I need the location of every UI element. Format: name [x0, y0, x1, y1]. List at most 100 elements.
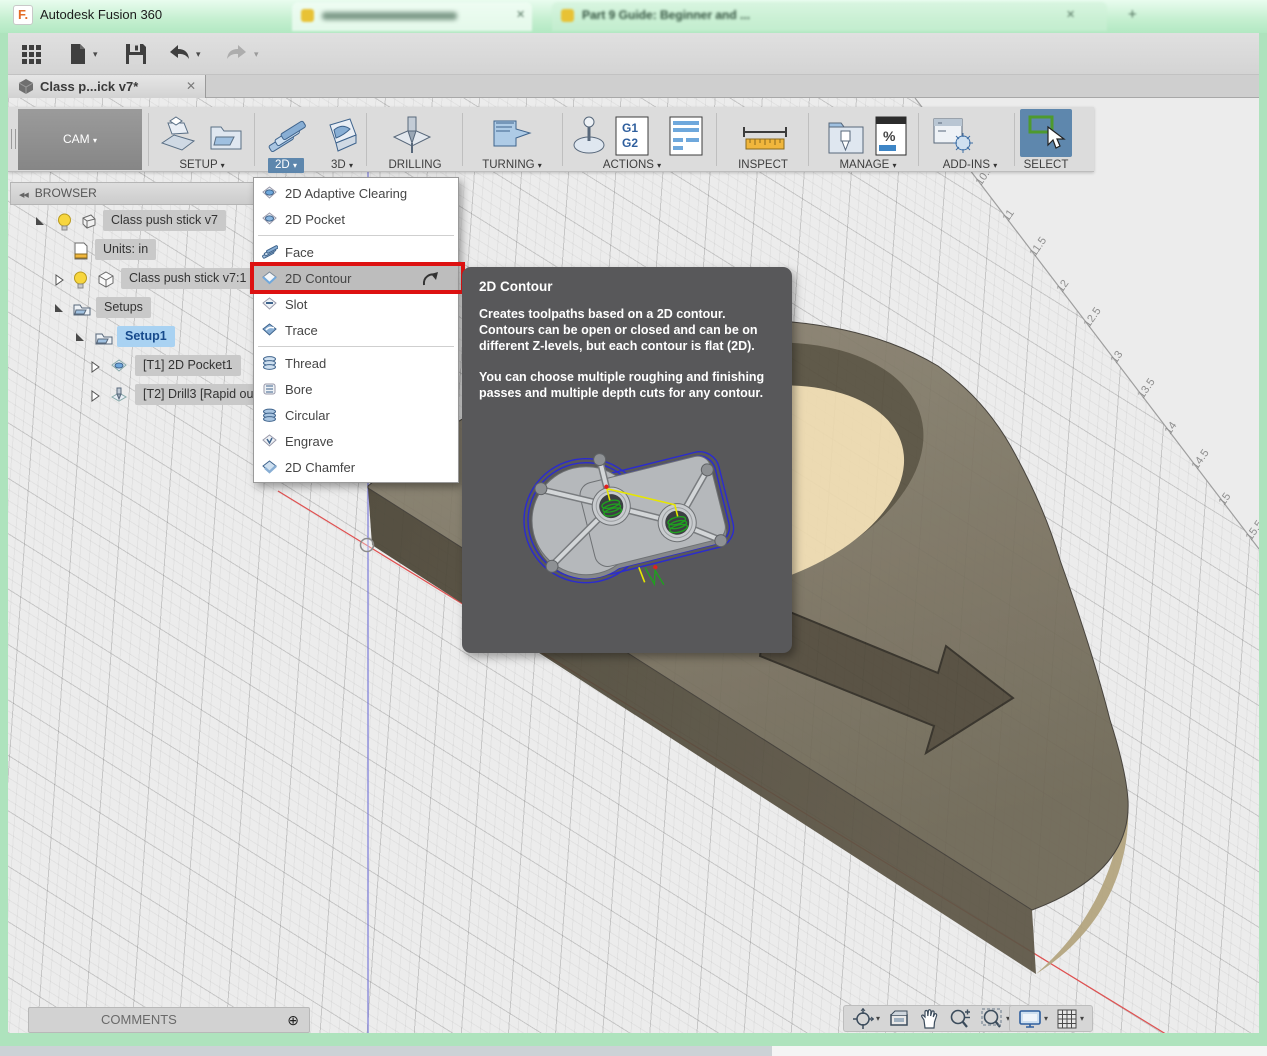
setup-folder-icon[interactable]: [206, 113, 246, 155]
menu-item-2d-pocket[interactable]: 2D Pocket: [254, 206, 458, 232]
menu-item-2d-chamfer[interactable]: 2D Chamfer: [254, 454, 458, 480]
menu-item-circular[interactable]: Circular: [254, 402, 458, 428]
menu-item-slot[interactable]: Slot: [254, 291, 458, 317]
add-comment-icon[interactable]: ⊕: [287, 1008, 299, 1032]
tree-item-label[interactable]: [T2] Drill3 [Rapid ou: [135, 384, 258, 405]
menu-item-thread[interactable]: Thread: [254, 350, 458, 376]
caret-down-icon: ▾: [349, 161, 353, 170]
turning-icon[interactable]: [490, 113, 536, 157]
caret-down-icon: ▾: [876, 1014, 880, 1023]
fit-icon: [980, 1008, 1004, 1030]
collapsed-triangle-icon[interactable]: [88, 389, 102, 403]
engrave-icon: [261, 433, 278, 449]
grid-settings-button[interactable]: ▾: [1052, 1008, 1088, 1030]
visibility-bulb-icon[interactable]: [56, 212, 73, 231]
tree-item-label[interactable]: [T1] 2D Pocket1: [135, 355, 241, 376]
group-label-select[interactable]: SELECT: [1016, 159, 1076, 171]
collapse-panel-icon[interactable]: ◀◀: [19, 192, 28, 199]
menu-item-2d-contour[interactable]: 2D Contour: [254, 265, 458, 291]
group-label-inspect[interactable]: INSPECT: [720, 159, 806, 171]
expanded-triangle-icon[interactable]: [73, 331, 87, 345]
toolbar-grip[interactable]: [11, 129, 16, 149]
group-label-manage[interactable]: MANAGE ▾: [820, 159, 916, 171]
menu-item-face[interactable]: Face: [254, 239, 458, 265]
svg-text:13.5: 13.5: [1136, 376, 1158, 400]
caret-down-icon[interactable]: ▾: [254, 49, 259, 60]
desktop-strip: [0, 1046, 772, 1056]
collapsed-triangle-icon[interactable]: [88, 360, 102, 374]
menu-item-engrave[interactable]: Engrave: [254, 428, 458, 454]
close-icon[interactable]: ✕: [516, 8, 525, 21]
expanded-triangle-icon[interactable]: [52, 302, 66, 316]
setup-origin-marker[interactable]: [361, 539, 374, 552]
document-tab[interactable]: Class p...ick v7* ✕: [8, 75, 206, 98]
file-icon[interactable]: [68, 42, 88, 66]
save-icon[interactable]: [124, 42, 148, 66]
menu-item-2d-adaptive-clearing[interactable]: 2D Adaptive Clearing: [254, 180, 458, 206]
circular-icon: [261, 407, 278, 423]
units-document-icon: [72, 241, 90, 261]
feed-speed-icon[interactable]: %: [874, 113, 908, 157]
group-label-turning[interactable]: TURNING ▾: [466, 159, 558, 171]
post-process-icon[interactable]: G1 G2: [614, 113, 650, 157]
close-icon[interactable]: ✕: [1066, 8, 1075, 21]
menu-item-bore[interactable]: Bore: [254, 376, 458, 402]
pan-hand-icon: [918, 1008, 940, 1030]
look-at-icon: [888, 1008, 910, 1030]
svg-text:14.5: 14.5: [1190, 447, 1212, 471]
drilling-icon[interactable]: [390, 113, 434, 157]
tree-item-label[interactable]: Units: in: [95, 239, 156, 260]
workspace-switcher[interactable]: CAM ▾: [18, 109, 142, 170]
svg-text:12: 12: [1055, 278, 1072, 295]
viewport[interactable]: 10.5 11 11.5 12 12.5 13 13.5 14 14.5 15 …: [8, 98, 1259, 1033]
quick-access-toolbar: ▾ ▾ ▾: [8, 33, 1259, 75]
group-label-actions[interactable]: ACTIONS ▾: [582, 159, 682, 171]
caret-down-icon: ▾: [221, 161, 225, 170]
tree-item-label-selected[interactable]: Setup1: [117, 326, 175, 347]
group-label-drilling[interactable]: DRILLING: [370, 159, 460, 171]
caret-down-icon[interactable]: ▾: [196, 49, 201, 60]
look-at-button[interactable]: [884, 1008, 914, 1030]
orbit-button[interactable]: ▾: [848, 1008, 884, 1030]
add-ins-icon[interactable]: [932, 113, 976, 157]
svg-text:15: 15: [1217, 491, 1234, 508]
menu-item-trace[interactable]: Trace: [254, 317, 458, 343]
simulate-icon[interactable]: [570, 113, 608, 157]
caret-down-icon[interactable]: ▾: [93, 49, 98, 60]
caret-down-icon: ▾: [1080, 1014, 1084, 1023]
pocket-icon: [261, 211, 278, 227]
group-label-3d[interactable]: 3D ▾: [314, 159, 370, 171]
3d-milling-icon[interactable]: [322, 113, 362, 157]
tree-item-label[interactable]: Setups: [96, 297, 151, 318]
setup-sheet-icon[interactable]: [668, 113, 704, 157]
display-settings-button[interactable]: ▾: [1014, 1008, 1052, 1030]
zoom-button[interactable]: [944, 1008, 976, 1030]
tool-library-icon[interactable]: [826, 113, 866, 157]
redo-icon[interactable]: [224, 42, 250, 66]
group-label-setup[interactable]: SETUP ▾: [154, 159, 250, 171]
bore-icon: [261, 381, 278, 397]
new-setup-icon[interactable]: [158, 113, 198, 155]
group-label-add-ins[interactable]: ADD-INS ▾: [924, 159, 1016, 171]
app-grid-icon[interactable]: [20, 42, 44, 66]
select-tool-button[interactable]: [1020, 109, 1072, 157]
svg-text:%: %: [883, 128, 896, 144]
new-tab-icon[interactable]: +: [1128, 6, 1137, 23]
expanded-triangle-icon[interactable]: [33, 215, 47, 229]
comments-bar[interactable]: COMMENTS ⊕: [28, 1007, 310, 1033]
close-tab-icon[interactable]: ✕: [186, 79, 196, 93]
collapsed-triangle-icon[interactable]: [52, 273, 66, 287]
document-tab-bar: Class p...ick v7* ✕: [8, 75, 1259, 98]
tooltip-title: 2D Contour: [479, 279, 775, 294]
tree-item-label[interactable]: Class push stick v7: [103, 210, 226, 231]
browser-panel-header[interactable]: ◀◀BROWSER: [10, 182, 260, 205]
svg-text:G2: G2: [622, 136, 638, 150]
measure-ruler-icon[interactable]: [740, 113, 790, 157]
group-label-2d[interactable]: 2D ▾: [258, 159, 314, 171]
2d-milling-icon[interactable]: [262, 113, 308, 157]
visibility-bulb-icon[interactable]: [72, 270, 89, 289]
ribbon-toolbar: CAM ▾ SETUP ▾ 2D ▾ 3D ▾ DRILLING: [8, 107, 1094, 172]
tree-item-label[interactable]: Class push stick v7:1: [121, 268, 254, 289]
pan-button[interactable]: [914, 1008, 944, 1030]
undo-icon[interactable]: [166, 42, 192, 66]
